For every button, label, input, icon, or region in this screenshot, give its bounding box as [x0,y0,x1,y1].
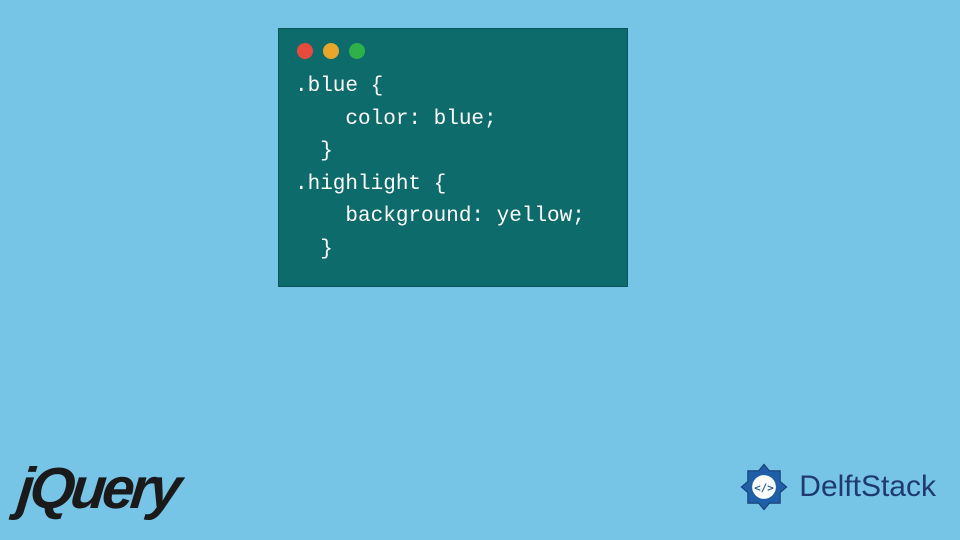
code-body: .blue { color: blue; } .highlight { back… [279,67,627,266]
delftstack-logo: </> DelftStack [737,460,936,514]
jquery-logo: jQuery [14,455,181,522]
minimize-icon [323,43,339,59]
delftstack-icon: </> [737,460,791,514]
delftstack-text: DelftStack [799,470,936,504]
code-window: .blue { color: blue; } .highlight { back… [278,28,628,287]
close-icon [297,43,313,59]
maximize-icon [349,43,365,59]
svg-text:</>: </> [755,481,775,494]
window-titlebar [279,29,627,67]
